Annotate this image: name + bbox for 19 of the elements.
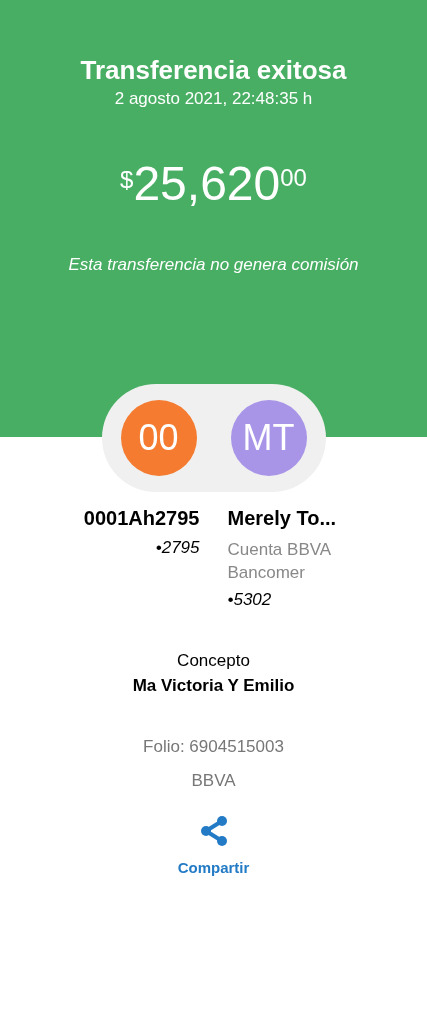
bank-label: BBVA (191, 770, 236, 792)
folio-number: Folio: 6904515003 (143, 736, 284, 758)
avatar: 00 (120, 400, 197, 476)
page-title: Transferencia exitosa (80, 54, 347, 86)
concept-value: Ma Victoria Y Emilio (132, 675, 295, 697)
concept-label: Concepto (177, 650, 250, 672)
party-name: Merely To... (227, 506, 337, 531)
bank-name: Cuenta BBVA Bancomer (227, 539, 332, 584)
account-number: •5302 (227, 589, 272, 611)
amount-cents: 00 (280, 163, 307, 193)
share-icon (198, 815, 229, 847)
party-name: 0001Ah2795 (83, 506, 200, 531)
currency-symbol: $ (120, 165, 134, 193)
amount: 25,620 (133, 156, 281, 212)
account-number: •2795 (155, 537, 200, 559)
fee-note: Esta transferencia no genera comisión (68, 254, 359, 276)
avatar: MT (230, 400, 307, 476)
transfer-date: 2 agosto 2021, 22:48:35 h (114, 88, 313, 110)
share-button[interactable]: Compartir (177, 815, 250, 880)
